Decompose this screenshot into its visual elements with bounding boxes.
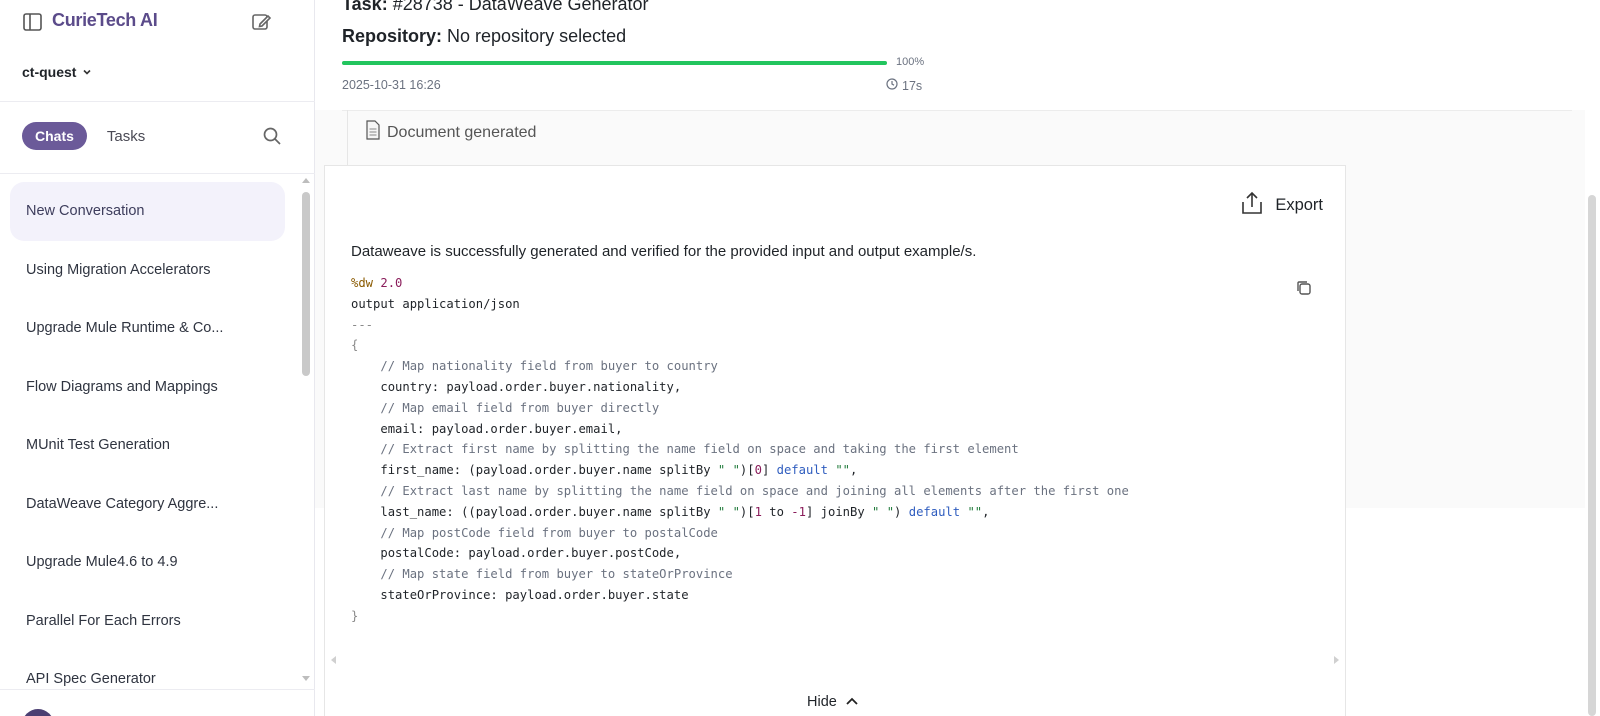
code-comment: // Map postCode field from buyer to post… — [380, 525, 718, 540]
sidebar-toggle-icon[interactable] — [22, 11, 44, 33]
brand-logo: CurieTech AI — [52, 10, 158, 31]
copy-icon[interactable] — [1295, 279, 1313, 297]
code-line: } — [351, 608, 359, 623]
sidebar-divider — [0, 101, 315, 102]
export-button[interactable]: Export — [1239, 190, 1323, 221]
sidebar-scrollbar[interactable] — [302, 192, 310, 376]
search-icon[interactable] — [262, 126, 282, 146]
repository-value: No repository selected — [447, 26, 627, 46]
task-value: #28738 - DataWeave Generator — [392, 0, 649, 14]
document-generated[interactable]: Document generated — [365, 120, 536, 145]
code-token: "" — [835, 463, 851, 478]
sidebar-divider — [0, 689, 315, 690]
code-line: { — [351, 338, 359, 353]
task-label: Task: — [342, 0, 388, 14]
code-token: -1 — [791, 504, 806, 519]
result-summary: Dataweave is successfully generated and … — [351, 243, 977, 260]
scroll-up-arrow-icon[interactable] — [302, 178, 310, 183]
code-token: " " — [717, 463, 740, 478]
sidebar-tabs: Chats Tasks — [22, 122, 145, 150]
code-block: %dw 2.0 output application/json --- { //… — [351, 273, 1129, 627]
code-token: last_name: ((payload.order.buyer.name sp… — [380, 504, 718, 519]
clock-icon — [886, 78, 898, 93]
tab-tasks[interactable]: Tasks — [107, 128, 145, 145]
workspace-name: ct-quest — [22, 64, 77, 80]
code-token: , — [982, 504, 990, 519]
code-token: ] — [761, 463, 777, 478]
task-title: Task: #28738 - DataWeave Generator — [342, 0, 649, 15]
scroll-left-arrow-icon[interactable] — [331, 656, 336, 664]
progress-percent: 100% — [896, 56, 925, 68]
code-token: default — [908, 504, 961, 519]
code-token: %dw — [351, 276, 374, 290]
workspace-selector[interactable]: ct-quest — [22, 64, 92, 80]
code-comment: // Extract first name by splitting the n… — [380, 442, 1019, 457]
conversation-item[interactable]: Flow Diagrams and Mappings — [10, 358, 285, 417]
app: CurieTech AI ct-quest Chats Tasks New Co… — [0, 0, 1600, 716]
upload-icon — [1239, 190, 1265, 221]
document-icon — [365, 120, 381, 145]
document-label: Document generated — [387, 123, 537, 141]
export-label: Export — [1275, 196, 1323, 214]
code-token: ) — [894, 504, 909, 519]
conversation-item[interactable]: Using Migration Accelerators — [10, 241, 285, 300]
code-line: country: payload.order.buyer.nationality… — [380, 379, 682, 394]
code-token: 0 — [754, 463, 762, 478]
code-comment: // Map nationality field from buyer to c… — [380, 359, 718, 374]
conversation-item[interactable]: DataWeave Category Aggre... — [10, 475, 285, 534]
task-duration: 17s — [886, 78, 922, 93]
sidebar: CurieTech AI ct-quest Chats Tasks New Co… — [0, 0, 315, 716]
code-line: postalCode: payload.order.buyer.postCode… — [380, 546, 682, 561]
hide-label: Hide — [807, 694, 837, 710]
tab-chats[interactable]: Chats — [22, 122, 87, 150]
chevron-up-icon — [845, 694, 859, 710]
document-card: Export Dataweave is successfully generat… — [324, 165, 1346, 716]
code-line: output application/json — [351, 296, 520, 311]
scroll-right-arrow-icon[interactable] — [1334, 656, 1339, 664]
conversation-item[interactable]: MUnit Test Generation — [10, 416, 285, 475]
code-token: 1 — [754, 504, 762, 519]
code-comment: // Extract last name by splitting the na… — [380, 483, 1129, 498]
repository-line: Repository: No repository selected — [342, 26, 626, 47]
conversation-item[interactable]: Parallel For Each Errors — [10, 592, 285, 651]
code-token: default — [776, 463, 828, 478]
code-token: " " — [872, 504, 895, 519]
code-comment: // Map email field from buyer directly — [380, 400, 660, 415]
code-line: email: payload.order.buyer.email, — [380, 421, 623, 436]
task-timestamp: 2025-10-31 16:26 — [342, 78, 441, 92]
code-token: first_name: (payload.order.buyer.name sp… — [380, 463, 718, 478]
hide-button[interactable]: Hide — [807, 694, 859, 710]
code-line: stateOrProvince: payload.order.buyer.sta… — [380, 587, 689, 602]
code-token: ] joinBy — [805, 504, 873, 519]
progress-bar — [342, 61, 887, 65]
conversation-item[interactable]: Upgrade Mule Runtime & Co... — [10, 299, 285, 358]
brand-name: CurieTech AI — [52, 10, 158, 30]
code-token: 2.0 — [380, 276, 403, 290]
code-token: to — [761, 504, 792, 519]
progress-fill — [342, 61, 887, 65]
code-token: )[ — [739, 463, 755, 478]
conversation-item[interactable]: API Spec Generator — [10, 650, 285, 709]
repository-label: Repository: — [342, 26, 443, 46]
main-content: Task: #28738 - DataWeave Generator Repos… — [315, 0, 1600, 716]
page-scrollbar[interactable] — [1588, 195, 1596, 716]
avatar[interactable] — [22, 709, 54, 716]
code-comment: // Map state field from buyer to stateOr… — [380, 567, 733, 582]
code-token: "" — [967, 504, 983, 519]
scroll-down-arrow-icon[interactable] — [302, 676, 310, 681]
sidebar-divider — [0, 173, 315, 174]
conversation-item-new[interactable]: New Conversation — [10, 182, 285, 241]
new-chat-icon[interactable] — [250, 11, 272, 33]
conversation-list: New Conversation Using Migration Acceler… — [10, 182, 285, 709]
chevron-down-icon — [82, 64, 92, 80]
code-token: " " — [717, 504, 740, 519]
code-token: )[ — [739, 504, 755, 519]
conversation-item[interactable]: Upgrade Mule4.6 to 4.9 — [10, 533, 285, 592]
code-token: , — [850, 463, 858, 478]
duration-value: 17s — [902, 78, 923, 93]
code-line: --- — [351, 317, 374, 332]
